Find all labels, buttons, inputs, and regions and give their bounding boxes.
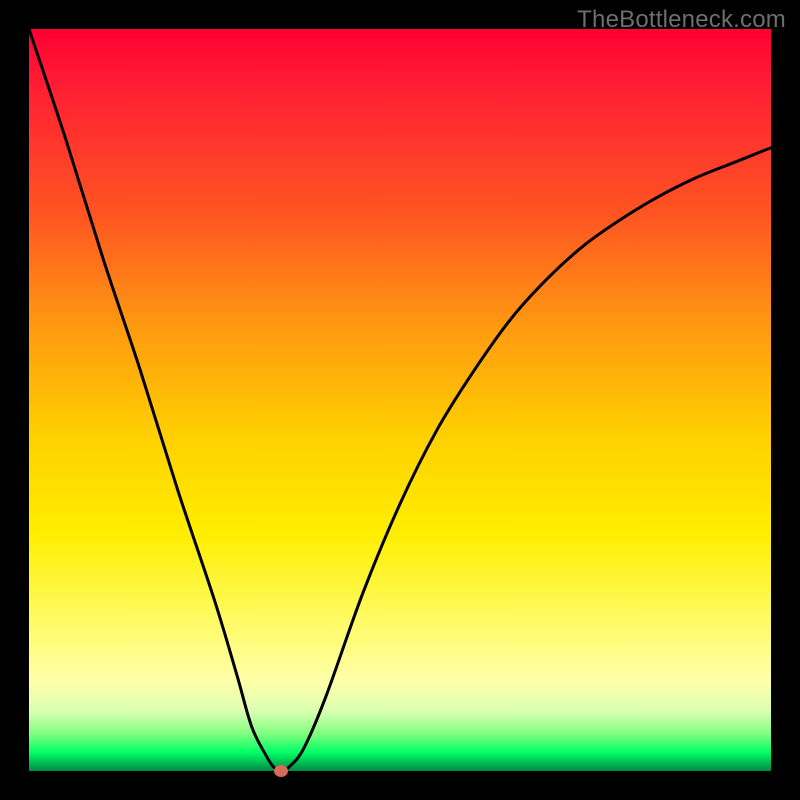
plot-area — [29, 29, 771, 771]
bottleneck-curve — [29, 29, 771, 771]
chart-frame: TheBottleneck.com — [0, 0, 800, 800]
optimal-point-marker — [274, 765, 288, 777]
watermark-text: TheBottleneck.com — [577, 6, 786, 34]
curve-path — [29, 29, 771, 771]
